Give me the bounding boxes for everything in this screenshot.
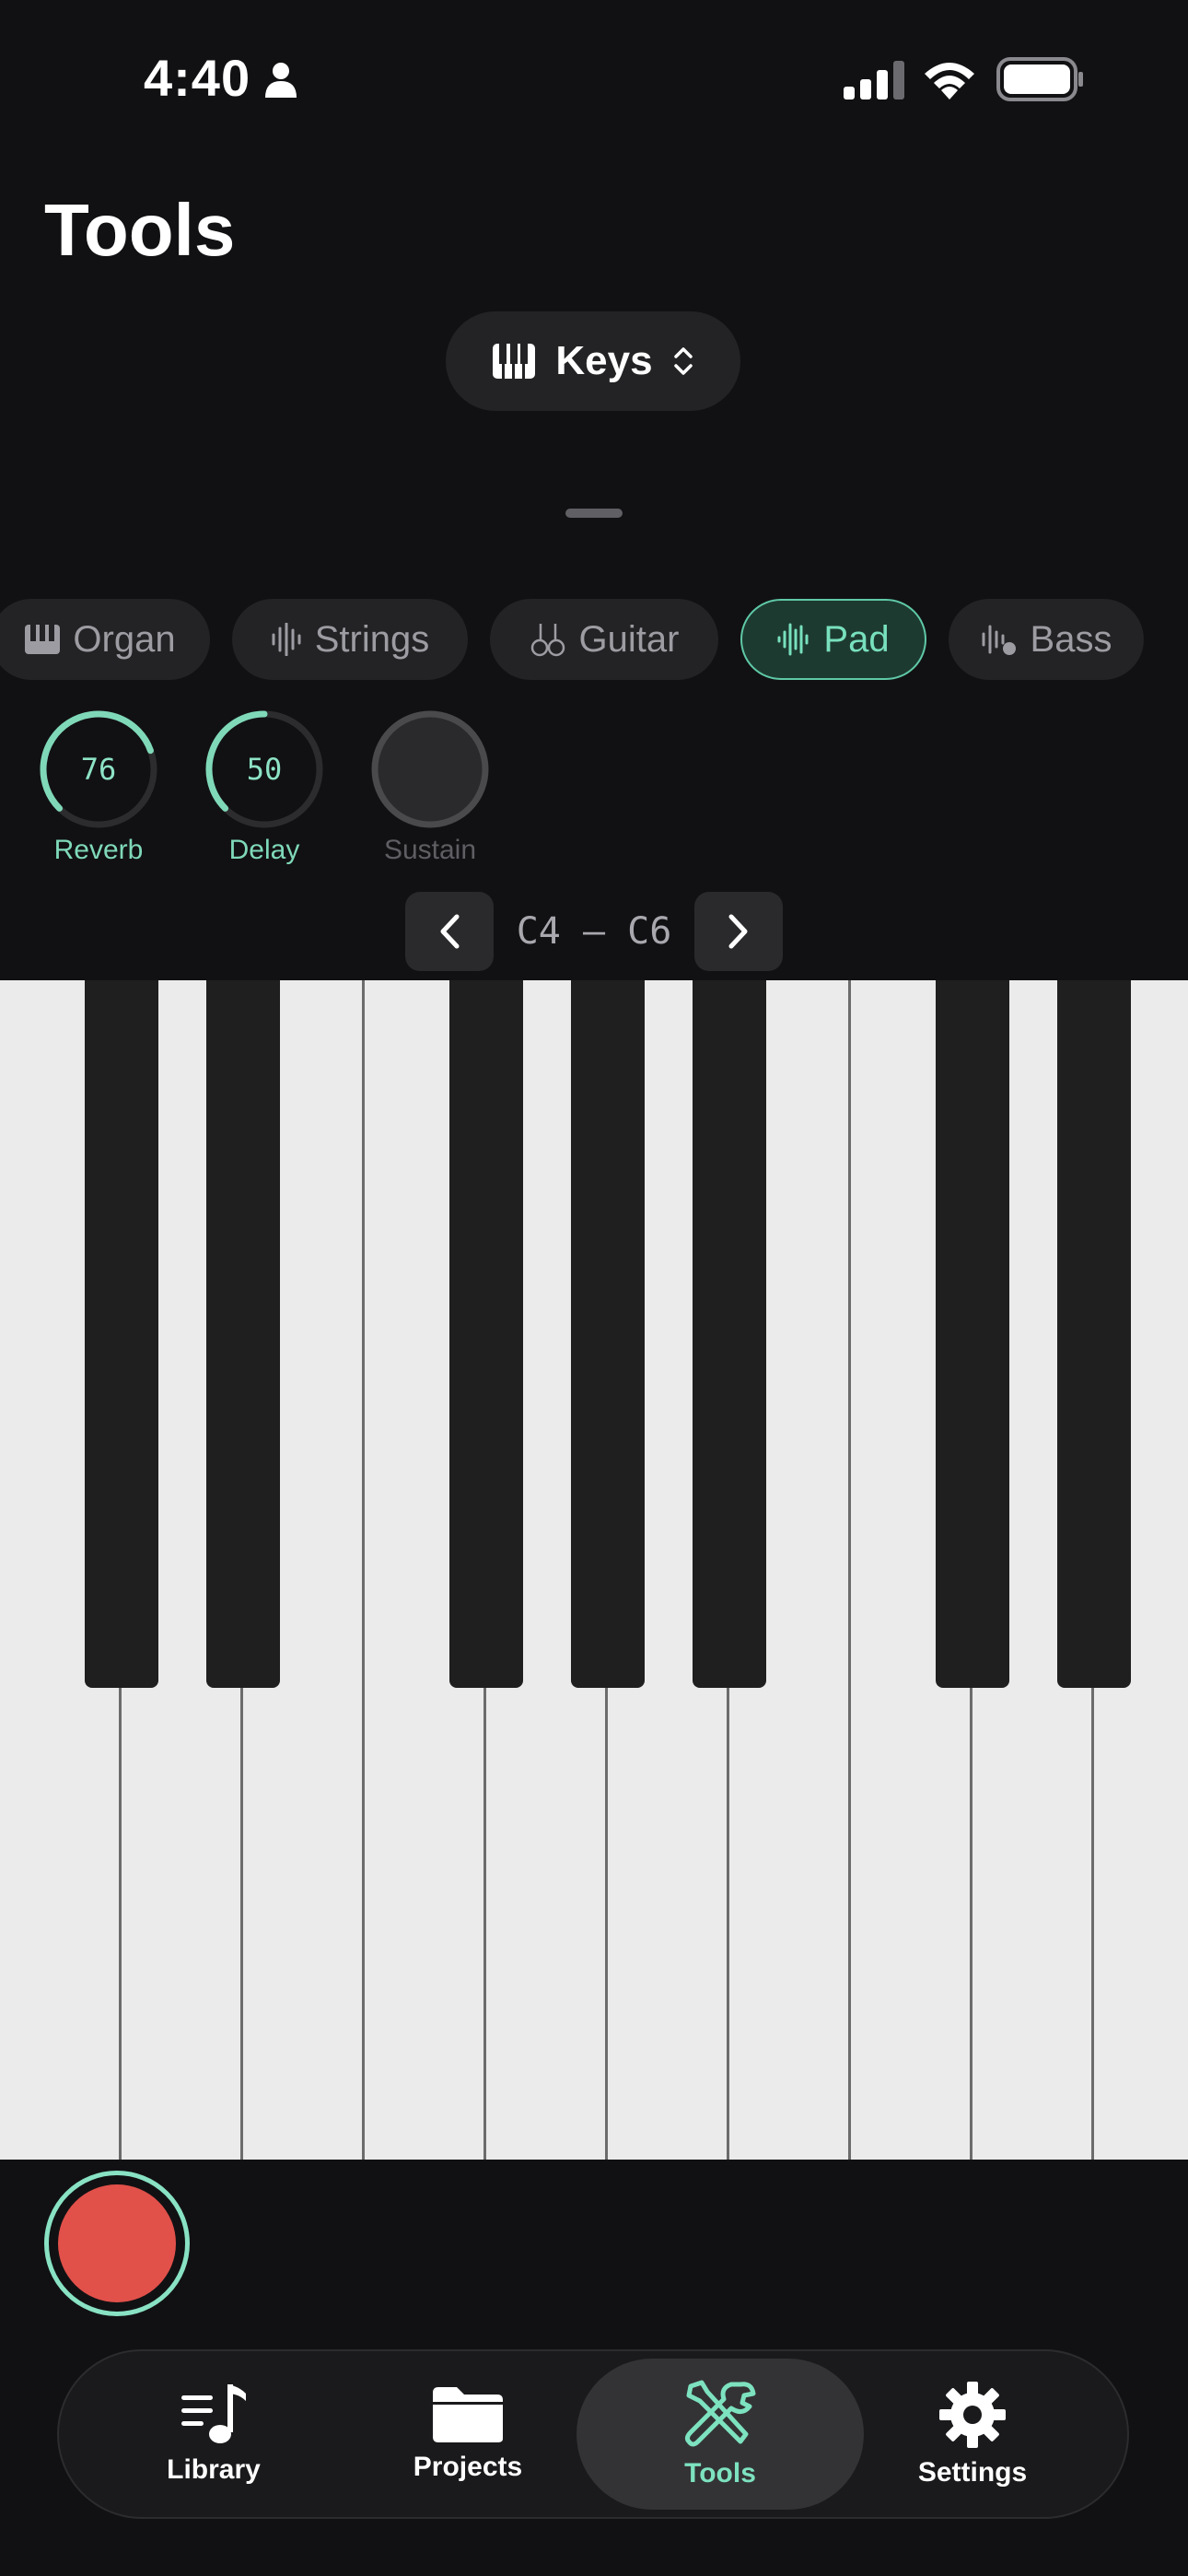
tab-library[interactable]: Library <box>70 2359 357 2510</box>
tab-label: Tools <box>684 2458 756 2488</box>
delay-value: 50 <box>246 752 283 787</box>
waveform-icon <box>272 623 301 656</box>
sustain-knob[interactable] <box>368 708 492 831</box>
tone-chip-label: Pad <box>823 618 890 660</box>
range-previous-button[interactable] <box>405 892 494 971</box>
battery-icon <box>996 57 1083 101</box>
tone-chip-label: Strings <box>314 618 430 660</box>
instrument-selector[interactable]: Keys <box>446 311 740 411</box>
tab-label: Library <box>167 2454 261 2485</box>
guitars-icon <box>530 624 565 657</box>
instrument-selector-label: Keys <box>555 338 653 383</box>
tab-label: Settings <box>917 2457 1028 2488</box>
tone-chip-label: Organ <box>73 618 176 660</box>
reverb-value: 76 <box>80 752 117 787</box>
sustain-label: Sustain <box>383 835 477 865</box>
chevron-left-icon <box>440 914 460 949</box>
piano-black-key[interactable] <box>1057 980 1131 1688</box>
tone-chip-label: Guitar <box>578 618 680 660</box>
piano-black-key[interactable] <box>936 980 1009 1688</box>
range-next-button[interactable] <box>694 892 783 971</box>
tone-chip-strings[interactable]: Strings <box>232 599 468 680</box>
piano-icon <box>25 625 61 654</box>
record-button[interactable] <box>44 2171 190 2316</box>
page-title: Tools <box>44 189 236 271</box>
tools-icon <box>684 2380 756 2447</box>
status-time: 4:40 <box>144 49 251 107</box>
piano-keyboard <box>0 980 1188 2160</box>
piano-black-key[interactable] <box>85 980 158 1688</box>
piano-black-key[interactable] <box>571 980 645 1688</box>
reverb-label: Reverb <box>53 835 144 865</box>
drag-handle[interactable] <box>565 509 623 518</box>
tab-projects[interactable]: Projects <box>324 2359 611 2510</box>
tone-chip-label: Bass <box>1030 618 1112 660</box>
record-dot <box>58 2184 176 2302</box>
tone-chip-guitar[interactable]: Guitar <box>490 599 718 680</box>
delay-label: Delay <box>228 835 300 865</box>
tab-label: Projects <box>413 2452 523 2482</box>
waveform-icon <box>777 623 809 656</box>
folder-icon <box>433 2387 503 2442</box>
keyboard-range: C4 — C6 <box>516 910 672 953</box>
tab-settings[interactable]: Settings <box>829 2359 1116 2510</box>
chevron-up-down-icon <box>673 347 693 375</box>
piano-icon <box>493 344 536 379</box>
tone-chip-pad[interactable]: Pad <box>740 599 926 680</box>
tab-tools[interactable]: Tools <box>577 2359 864 2510</box>
piano-black-key[interactable] <box>206 980 280 1688</box>
tone-chip-bass[interactable]: Bass <box>949 599 1144 680</box>
piano-black-key[interactable] <box>693 980 766 1688</box>
wifi-icon <box>925 63 974 100</box>
tone-chip-organ[interactable]: Organ <box>0 599 210 680</box>
waveform-badge-icon <box>982 625 1016 655</box>
cellular-signal-icon <box>844 61 904 100</box>
person-icon <box>265 63 297 98</box>
music-list-icon <box>181 2384 246 2443</box>
piano-black-key[interactable] <box>449 980 523 1688</box>
chevron-right-icon <box>728 914 748 949</box>
gear-icon <box>939 2382 1006 2448</box>
